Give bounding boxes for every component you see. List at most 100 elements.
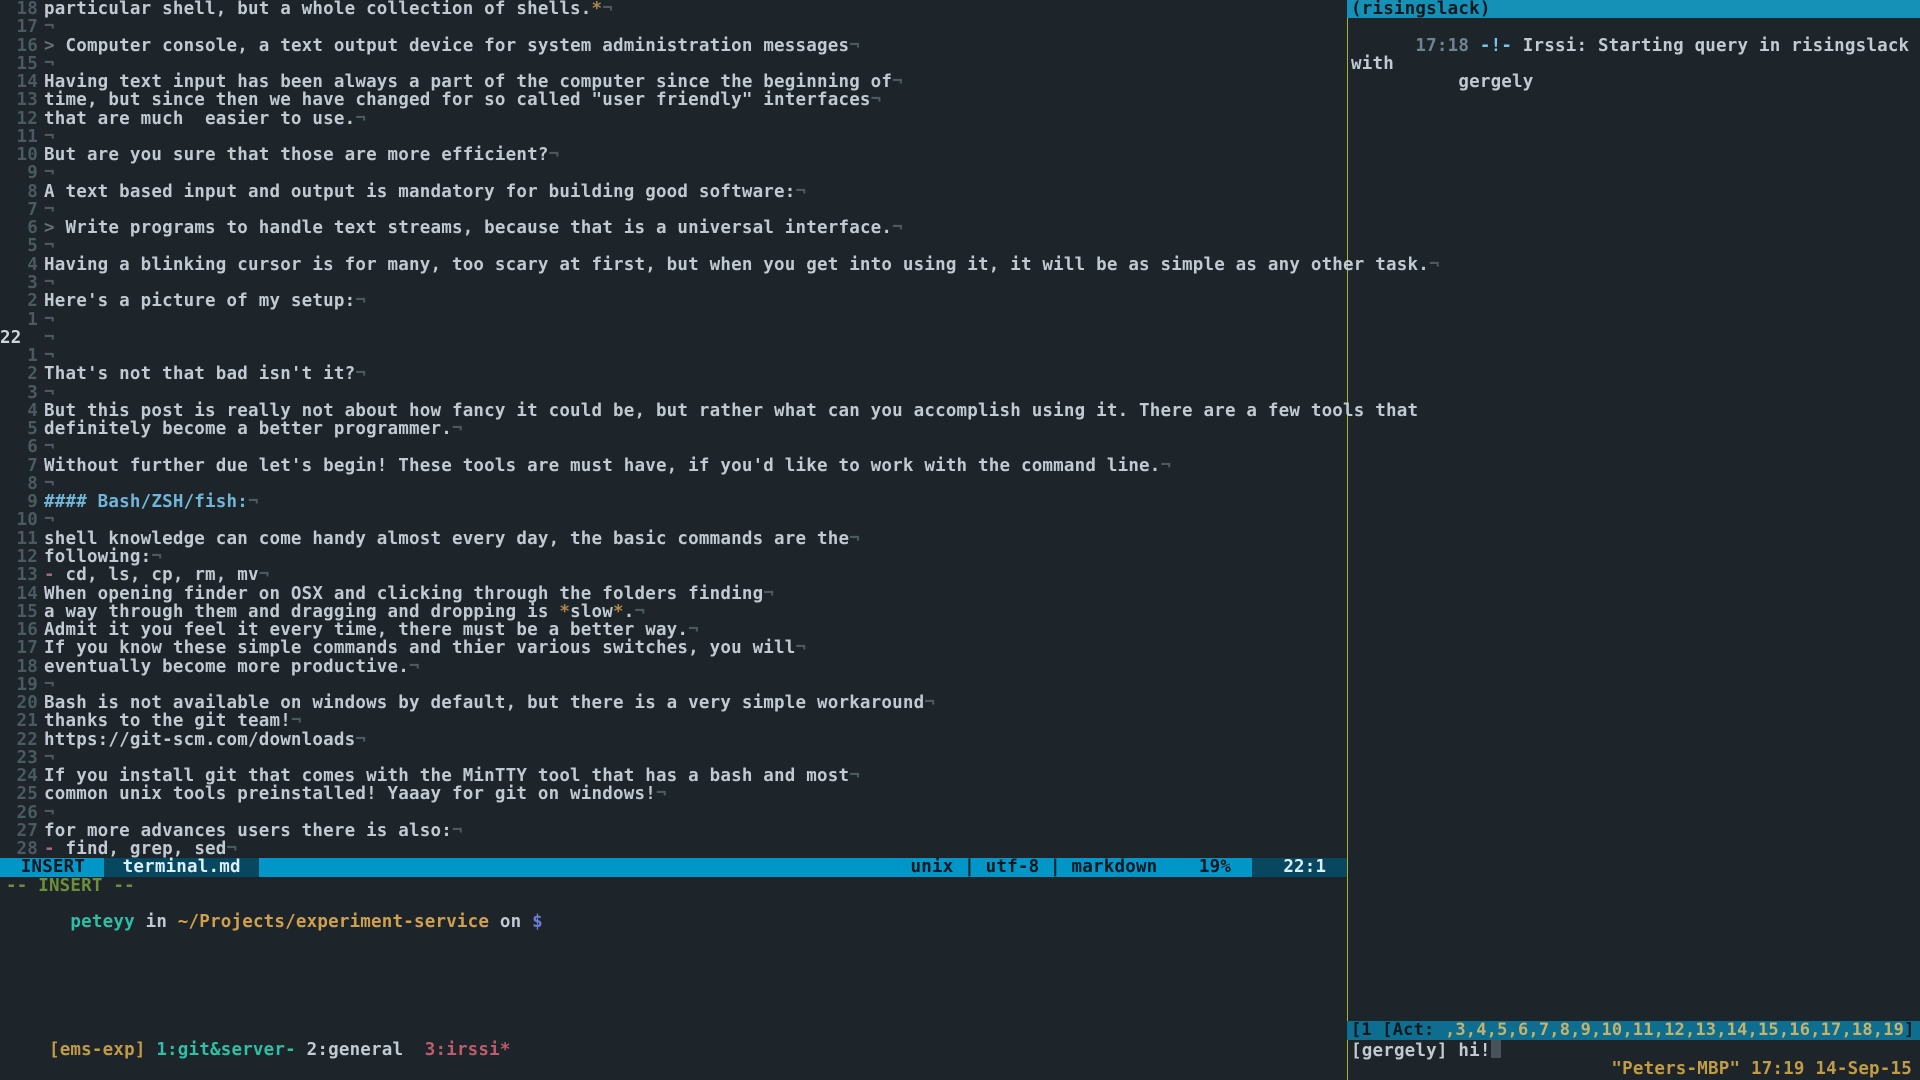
line-number: 9 (0, 164, 44, 182)
editor-line[interactable]: 18particular shell, but a whole collecti… (0, 0, 1347, 18)
editor-line[interactable]: 25common unix tools preinstalled! Yaaay … (0, 785, 1347, 803)
text-segment: ¬ (796, 639, 807, 657)
shell-on: on (489, 912, 532, 932)
text-segment: ¬ (892, 219, 903, 237)
editor-line[interactable]: 3¬ (0, 274, 1347, 292)
line-number: 18 (0, 658, 44, 676)
editor-line[interactable]: 22https://git-scm.com/downloads¬ (0, 731, 1347, 749)
tmux-window-2[interactable]: 2:general (307, 1040, 425, 1060)
editor-line[interactable]: 2That's not that bad isn't it?¬ (0, 365, 1347, 383)
editor-line[interactable]: 27for more advances users there is also:… (0, 822, 1347, 840)
editor-line[interactable]: 19¬ (0, 676, 1347, 694)
editor-line[interactable]: 15¬ (0, 55, 1347, 73)
text-segment: ¬ (849, 530, 860, 548)
right-pane: (risingslack) 17:18 -!- Irssi: Starting … (1347, 0, 1920, 1080)
vim-editor[interactable]: 18particular shell, but a whole collecti… (0, 0, 1347, 858)
text-segment: a way through them and dragging and drop… (44, 603, 559, 621)
text-segment: ¬ (44, 749, 55, 767)
editor-line[interactable]: 6¬ (0, 438, 1347, 456)
irc-input[interactable]: [gergely] hi! (1347, 1040, 1920, 1060)
line-number: 15 (0, 603, 44, 621)
line-number: 7 (0, 201, 44, 219)
line-number: 15 (0, 55, 44, 73)
editor-line[interactable]: 14Having text input has been always a pa… (0, 73, 1347, 91)
editor-line[interactable]: 1¬ (0, 347, 1347, 365)
editor-line[interactable]: 10¬ (0, 511, 1347, 529)
editor-line[interactable]: 20Bash is not available on windows by de… (0, 694, 1347, 712)
line-number: 14 (0, 585, 44, 603)
editor-line[interactable]: 9#### Bash/ZSH/fish:¬ (0, 493, 1347, 511)
editor-line[interactable]: 10But are you sure that those are more e… (0, 146, 1347, 164)
editor-line[interactable]: 24If you install git that comes with the… (0, 767, 1347, 785)
editor-line[interactable]: 22 ¬ (0, 329, 1347, 347)
line-number: 26 (0, 804, 44, 822)
irc-log[interactable]: 17:18 -!- Irssi: Starting query in risin… (1347, 18, 1920, 1021)
line-number: 1 (0, 311, 44, 329)
editor-line[interactable]: 13time, but since then we have changed f… (0, 91, 1347, 109)
text-segment: ¬ (44, 329, 55, 347)
text-segment: But are you sure that those are more eff… (44, 146, 549, 164)
tmux-window-3[interactable]: 3:irssi* (425, 1040, 511, 1060)
editor-line[interactable]: 4But this post is really not about how f… (0, 402, 1347, 420)
editor-line[interactable]: 28- find, grep, sed¬ (0, 840, 1347, 858)
text-segment: . (624, 603, 635, 621)
editor-line[interactable]: 26¬ (0, 804, 1347, 822)
editor-line[interactable]: 9¬ (0, 164, 1347, 182)
editor-line[interactable]: 6> Write programs to handle text streams… (0, 219, 1347, 237)
irc-separator: -!- (1469, 36, 1523, 56)
editor-line[interactable]: 23¬ (0, 749, 1347, 767)
text-segment: particular shell, but a whole collection… (44, 0, 592, 18)
editor-line[interactable]: 5¬ (0, 237, 1347, 255)
text-segment: A text based input and output is mandato… (44, 183, 796, 201)
text-segment: ¬ (44, 18, 55, 36)
editor-line[interactable]: 7Without further due let's begin! These … (0, 457, 1347, 475)
text-segment: Admit it you feel it every time, there m… (44, 621, 688, 639)
text-segment: ¬ (355, 731, 366, 749)
editor-line[interactable]: 8A text based input and output is mandat… (0, 183, 1347, 201)
editor-line[interactable]: 7¬ (0, 201, 1347, 219)
text-segment: that are much easier to use. (44, 110, 355, 128)
editor-line[interactable]: 8¬ (0, 475, 1347, 493)
line-number: 21 (0, 712, 44, 730)
editor-line[interactable]: 14When opening finder on OSX and clickin… (0, 585, 1347, 603)
editor-line[interactable]: 2Here's a picture of my setup:¬ (0, 292, 1347, 310)
text-segment: ¬ (44, 237, 55, 255)
line-number: 27 (0, 822, 44, 840)
editor-line[interactable]: 12following:¬ (0, 548, 1347, 566)
editor-line[interactable]: 18eventually become more productive.¬ (0, 658, 1347, 676)
line-number: 16 (0, 37, 44, 55)
text-segment: ¬ (602, 0, 613, 18)
editor-line[interactable]: 15a way through them and dragging and dr… (0, 603, 1347, 621)
editor-line[interactable]: 11¬ (0, 128, 1347, 146)
text-segment: ¬ (44, 274, 55, 292)
shell-user: peteyy (70, 912, 134, 932)
text-segment: ¬ (763, 585, 774, 603)
irc-channel-header: (risingslack) (1347, 0, 1920, 18)
line-number: 22 (0, 329, 44, 347)
line-number: 4 (0, 256, 44, 274)
text-segment: ¬ (1161, 457, 1172, 475)
text-segment: following: (44, 548, 151, 566)
shell-prompt[interactable]: peteyy in ~/Projects/experiment-service … (0, 895, 1347, 950)
editor-line[interactable]: 13- cd, ls, cp, rm, mv¬ (0, 566, 1347, 584)
editor-line[interactable]: 3¬ (0, 384, 1347, 402)
text-segment: * (559, 603, 570, 621)
editor-line[interactable]: 5definitely become a better programmer.¬ (0, 420, 1347, 438)
tmux-window-1[interactable]: 1:git&server- (156, 1040, 306, 1060)
line-number: 17 (0, 639, 44, 657)
editor-line[interactable]: 17¬ (0, 18, 1347, 36)
editor-line[interactable]: 16> Computer console, a text output devi… (0, 37, 1347, 55)
editor-line[interactable]: 17If you know these simple commands and … (0, 639, 1347, 657)
editor-line[interactable]: 11shell knowledge can come handy almost … (0, 530, 1347, 548)
line-number: 8 (0, 183, 44, 201)
editor-line[interactable]: 1¬ (0, 311, 1347, 329)
editor-line[interactable]: 21thanks to the git team!¬ (0, 712, 1347, 730)
editor-line[interactable]: 12that are much easier to use.¬ (0, 110, 1347, 128)
text-segment: ¬ (452, 822, 463, 840)
text-segment: ¬ (452, 420, 463, 438)
editor-line[interactable]: 4Having a blinking cursor is for many, t… (0, 256, 1347, 274)
line-number: 6 (0, 219, 44, 237)
editor-line[interactable]: 16Admit it you feel it every time, there… (0, 621, 1347, 639)
text-segment: Having text input has been always a part… (44, 73, 892, 91)
text-segment: ¬ (227, 840, 238, 858)
